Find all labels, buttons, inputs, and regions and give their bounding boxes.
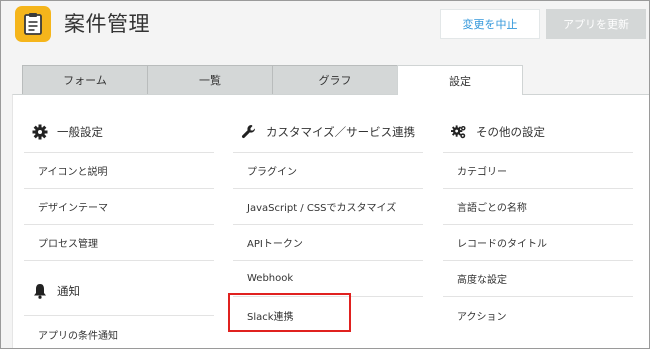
gears-icon: [451, 124, 467, 140]
customize-title: カスタマイズ／サービス連携: [266, 124, 416, 139]
update-app-button[interactable]: アプリを更新: [546, 9, 646, 39]
menu-item-process-management[interactable]: プロセス管理: [24, 225, 214, 261]
menu-item-icon-description[interactable]: アイコンと説明: [24, 153, 214, 189]
menu-item-conditional-notification[interactable]: アプリの条件通知: [24, 316, 214, 349]
tab-form[interactable]: フォーム: [22, 65, 148, 94]
menu-item-design-theme[interactable]: デザインテーマ: [24, 189, 214, 225]
customize-heading: カスタマイズ／サービス連携: [233, 95, 423, 153]
menu-item-js-css-customize[interactable]: JavaScript / CSSでカスタマイズ: [233, 189, 423, 225]
customize-column: カスタマイズ／サービス連携 プラグイン JavaScript / CSSでカスタ…: [233, 95, 423, 333]
notepad-icon: [15, 6, 51, 42]
app-title: 案件管理: [64, 12, 150, 36]
general-settings-title: 一般設定: [57, 124, 103, 139]
notification-heading: 通知: [24, 261, 214, 316]
other-settings-heading: その他の設定: [443, 95, 633, 153]
menu-item-slack-integration[interactable]: Slack連携: [233, 297, 423, 333]
cancel-changes-button[interactable]: 変更を中止: [440, 9, 540, 39]
general-settings-heading: 一般設定: [24, 95, 214, 153]
tab-graph[interactable]: グラフ: [272, 65, 398, 94]
menu-item-language-names[interactable]: 言語ごとの名称: [443, 189, 633, 225]
menu-item-category[interactable]: カテゴリー: [443, 153, 633, 189]
gear-icon: [32, 124, 48, 140]
general-settings-column: 一般設定 アイコンと説明 デザインテーマ プロセス管理 通知 アプリの条件通知: [24, 95, 214, 349]
tab-list[interactable]: 一覧: [147, 65, 273, 94]
menu-item-advanced-settings[interactable]: 高度な設定: [443, 261, 633, 297]
menu-item-webhook[interactable]: Webhook: [233, 261, 423, 297]
other-settings-column: その他の設定 カテゴリー 言語ごとの名称 レコードのタイトル 高度な設定 アクシ…: [443, 95, 633, 333]
bell-icon: [32, 283, 48, 299]
other-settings-title: その他の設定: [476, 124, 545, 139]
menu-item-action[interactable]: アクション: [443, 297, 633, 333]
wrench-icon: [241, 124, 257, 140]
settings-panel: 一般設定 アイコンと説明 デザインテーマ プロセス管理 通知 アプリの条件通知 …: [12, 94, 650, 349]
menu-item-api-token[interactable]: APIトークン: [233, 225, 423, 261]
menu-item-plugin[interactable]: プラグイン: [233, 153, 423, 189]
notification-title: 通知: [57, 284, 80, 298]
tab-settings[interactable]: 設定: [397, 65, 523, 95]
menu-item-record-title[interactable]: レコードのタイトル: [443, 225, 633, 261]
